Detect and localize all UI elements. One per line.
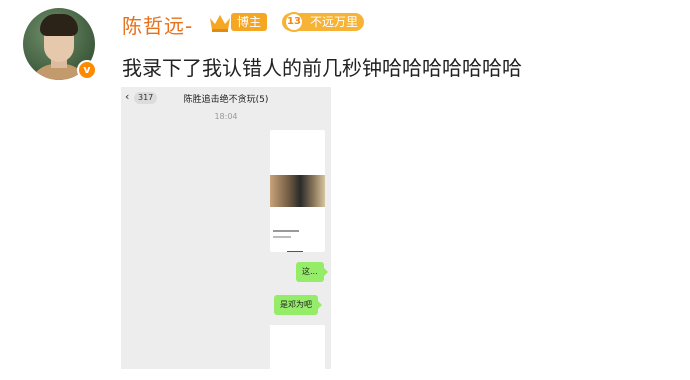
chat-title: 陈胜追击绝不贪玩(5) — [183, 95, 269, 105]
post-image[interactable]: ‹ 317 陈胜追击绝不贪玩(5) 18:04 这... 是邓为吧 — [121, 87, 331, 369]
level-tag[interactable]: 13 不远万里 — [282, 12, 365, 32]
shared-video-card — [270, 130, 325, 252]
chat-bubble: 这... — [296, 262, 328, 282]
divider — [287, 251, 303, 252]
level-number: 13 — [284, 12, 304, 32]
chat-bubble: 是邓为吧 — [274, 295, 322, 315]
video-thumbnail — [270, 175, 325, 207]
shared-card — [270, 325, 325, 369]
chat-timestamp: 18:04 — [214, 112, 238, 121]
verified-badge-icon: v — [77, 60, 97, 80]
level-text: 不远万里 — [310, 15, 359, 29]
blogger-tag[interactable]: 博主 — [231, 13, 268, 31]
post-text: 我录下了我认错人的前几秒钟哈哈哈哈哈哈哈 — [122, 56, 522, 80]
username[interactable]: 陈哲远- — [122, 10, 193, 39]
chat-header: ‹ 317 陈胜追击绝不贪玩(5) — [121, 87, 331, 109]
